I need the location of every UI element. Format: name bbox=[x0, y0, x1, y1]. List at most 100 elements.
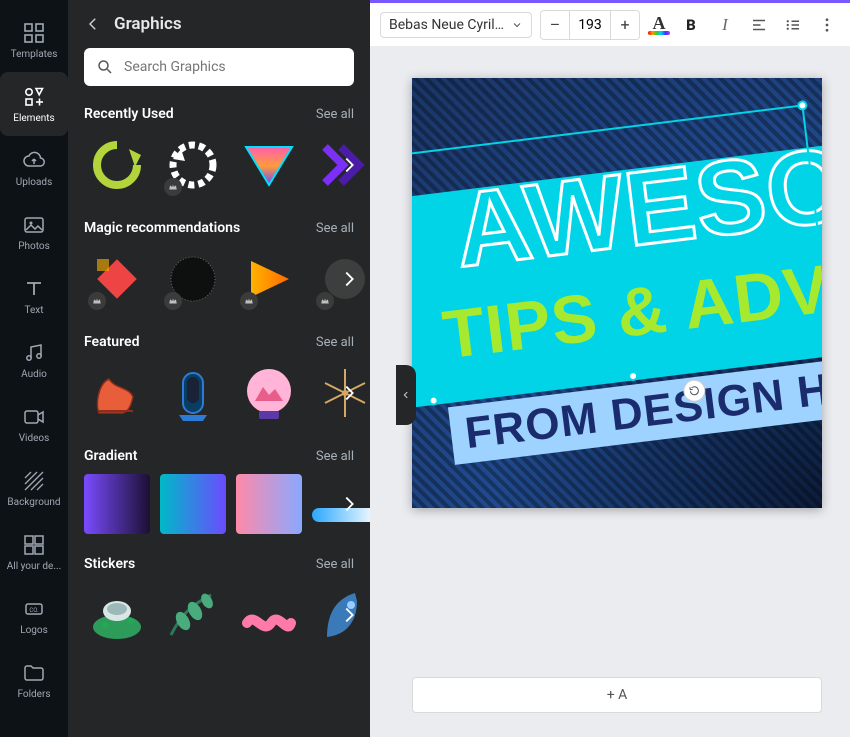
rail-label: Photos bbox=[18, 241, 50, 252]
folders-icon bbox=[22, 661, 46, 685]
audio-icon bbox=[22, 341, 46, 365]
search-input[interactable] bbox=[84, 48, 354, 86]
graphic-thumb[interactable] bbox=[84, 474, 150, 534]
font-select[interactable]: Bebas Neue Cyril... bbox=[380, 12, 532, 38]
see-all-link[interactable]: See all bbox=[316, 107, 354, 122]
section-title-featured: Featured bbox=[84, 334, 139, 350]
section-title-gradient: Gradient bbox=[84, 448, 137, 464]
rail-label: Audio bbox=[21, 369, 47, 380]
rail-photos[interactable]: Photos bbox=[0, 200, 68, 264]
font-size-increase[interactable]: + bbox=[611, 11, 639, 39]
canvas-area: Bebas Neue Cyril... – + A B I AWESO TIPS… bbox=[370, 0, 850, 737]
videos-icon bbox=[22, 405, 46, 429]
elements-icon bbox=[22, 85, 46, 109]
graphic-thumb[interactable] bbox=[84, 582, 150, 648]
list-icon bbox=[784, 16, 802, 34]
search-icon bbox=[96, 58, 114, 76]
graphic-thumb[interactable] bbox=[84, 132, 150, 198]
see-all-link[interactable]: See all bbox=[316, 221, 354, 236]
rail-label: Templates bbox=[11, 49, 58, 60]
rail-label: Folders bbox=[17, 689, 50, 700]
graphic-thumb[interactable] bbox=[236, 474, 302, 534]
see-all-link[interactable]: See all bbox=[316, 335, 354, 350]
premium-crown-icon bbox=[88, 292, 106, 310]
rail-elements[interactable]: Elements bbox=[0, 72, 68, 136]
rail-uploads[interactable]: Uploads bbox=[0, 136, 68, 200]
font-size-decrease[interactable]: – bbox=[541, 11, 569, 39]
font-size-input[interactable] bbox=[569, 11, 611, 39]
rail-label: Videos bbox=[19, 433, 50, 444]
see-all-link[interactable]: See all bbox=[316, 449, 354, 464]
rail-label: Text bbox=[24, 305, 43, 316]
section-title-stickers: Stickers bbox=[84, 556, 135, 572]
rail-label: Background bbox=[7, 497, 60, 508]
color-swatch bbox=[648, 31, 670, 35]
graphic-thumb[interactable] bbox=[236, 246, 302, 312]
uploads-icon bbox=[22, 149, 46, 173]
svg-text:CO.: CO. bbox=[29, 607, 39, 614]
top-toolbar: Bebas Neue Cyril... – + A B I bbox=[370, 0, 850, 46]
graphic-thumb[interactable] bbox=[84, 246, 150, 312]
rail-templates[interactable]: Templates bbox=[0, 8, 68, 72]
alignment-button[interactable] bbox=[746, 12, 772, 38]
graphic-thumb[interactable] bbox=[160, 360, 226, 426]
next-icon[interactable] bbox=[338, 268, 360, 290]
font-size-stepper: – + bbox=[540, 10, 640, 40]
templates-icon bbox=[22, 21, 46, 45]
panel-title: Graphics bbox=[114, 14, 182, 34]
design-canvas[interactable]: AWESO TIPS & ADV FROM DESIGN H bbox=[412, 78, 822, 508]
left-rail: Templates Elements Uploads Photos Text A… bbox=[0, 0, 68, 737]
graphic-thumb[interactable] bbox=[236, 360, 302, 426]
section-title-recently-used: Recently Used bbox=[84, 106, 174, 122]
all-designs-icon bbox=[22, 533, 46, 557]
background-icon bbox=[22, 469, 46, 493]
graphics-panel: Graphics Recently Used See all Magic rec… bbox=[68, 0, 370, 737]
rail-label: Elements bbox=[13, 113, 54, 124]
search-field[interactable] bbox=[124, 59, 342, 75]
align-icon bbox=[750, 16, 768, 34]
next-icon[interactable] bbox=[338, 154, 360, 176]
graphic-thumb[interactable] bbox=[160, 132, 226, 198]
next-icon[interactable] bbox=[338, 493, 360, 515]
see-all-link[interactable]: See all bbox=[316, 557, 354, 572]
chevron-left-icon bbox=[401, 390, 411, 400]
graphic-thumb[interactable] bbox=[160, 474, 226, 534]
bold-button[interactable]: B bbox=[678, 12, 704, 38]
premium-crown-icon bbox=[164, 178, 182, 196]
list-button[interactable] bbox=[780, 12, 806, 38]
chevron-down-icon bbox=[511, 19, 523, 31]
collapse-panel-handle[interactable] bbox=[396, 365, 416, 425]
rail-logos[interactable]: CO. Logos bbox=[0, 584, 68, 648]
graphic-thumb[interactable] bbox=[236, 582, 302, 648]
text-color-button[interactable]: A bbox=[648, 15, 670, 35]
premium-crown-icon bbox=[164, 292, 182, 310]
italic-button[interactable]: I bbox=[712, 12, 738, 38]
back-icon[interactable] bbox=[84, 15, 102, 33]
premium-crown-icon bbox=[316, 292, 334, 310]
rail-audio[interactable]: Audio bbox=[0, 328, 68, 392]
more-vertical-icon bbox=[818, 16, 836, 34]
premium-crown-icon bbox=[240, 292, 258, 310]
add-page-button[interactable]: + A bbox=[412, 677, 822, 713]
next-icon[interactable] bbox=[338, 604, 360, 626]
text-color-letter: A bbox=[653, 15, 666, 31]
font-name: Bebas Neue Cyril... bbox=[389, 17, 505, 33]
rail-label: All your de... bbox=[7, 561, 61, 572]
more-button[interactable] bbox=[814, 12, 840, 38]
rail-all-your-designs[interactable]: All your de... bbox=[0, 520, 68, 584]
rail-label: Uploads bbox=[16, 177, 52, 188]
rail-folders[interactable]: Folders bbox=[0, 648, 68, 712]
photos-icon bbox=[22, 213, 46, 237]
rail-background[interactable]: Background bbox=[0, 456, 68, 520]
graphic-thumb[interactable] bbox=[160, 246, 226, 312]
graphic-thumb[interactable] bbox=[236, 132, 302, 198]
selection-handle[interactable] bbox=[797, 100, 808, 111]
graphic-thumb[interactable] bbox=[160, 582, 226, 648]
logos-icon: CO. bbox=[22, 597, 46, 621]
canvas-scroll[interactable]: AWESO TIPS & ADV FROM DESIGN H + A bbox=[370, 46, 850, 737]
section-title-magic: Magic recommendations bbox=[84, 220, 240, 236]
next-icon[interactable] bbox=[338, 382, 360, 404]
graphic-thumb[interactable] bbox=[84, 360, 150, 426]
rail-videos[interactable]: Videos bbox=[0, 392, 68, 456]
rail-text[interactable]: Text bbox=[0, 264, 68, 328]
